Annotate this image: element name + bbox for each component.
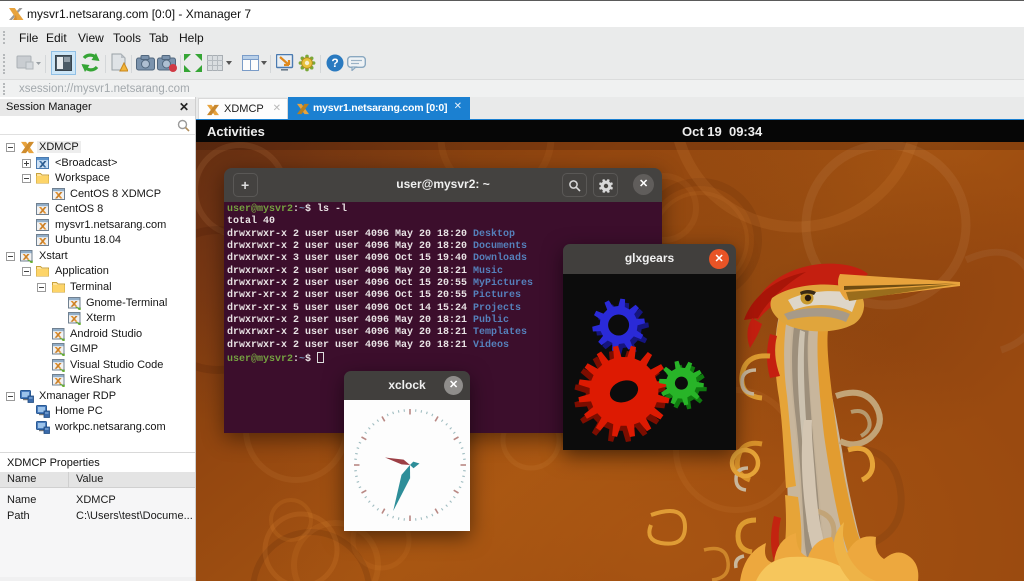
svg-text:?: ? xyxy=(331,56,338,70)
